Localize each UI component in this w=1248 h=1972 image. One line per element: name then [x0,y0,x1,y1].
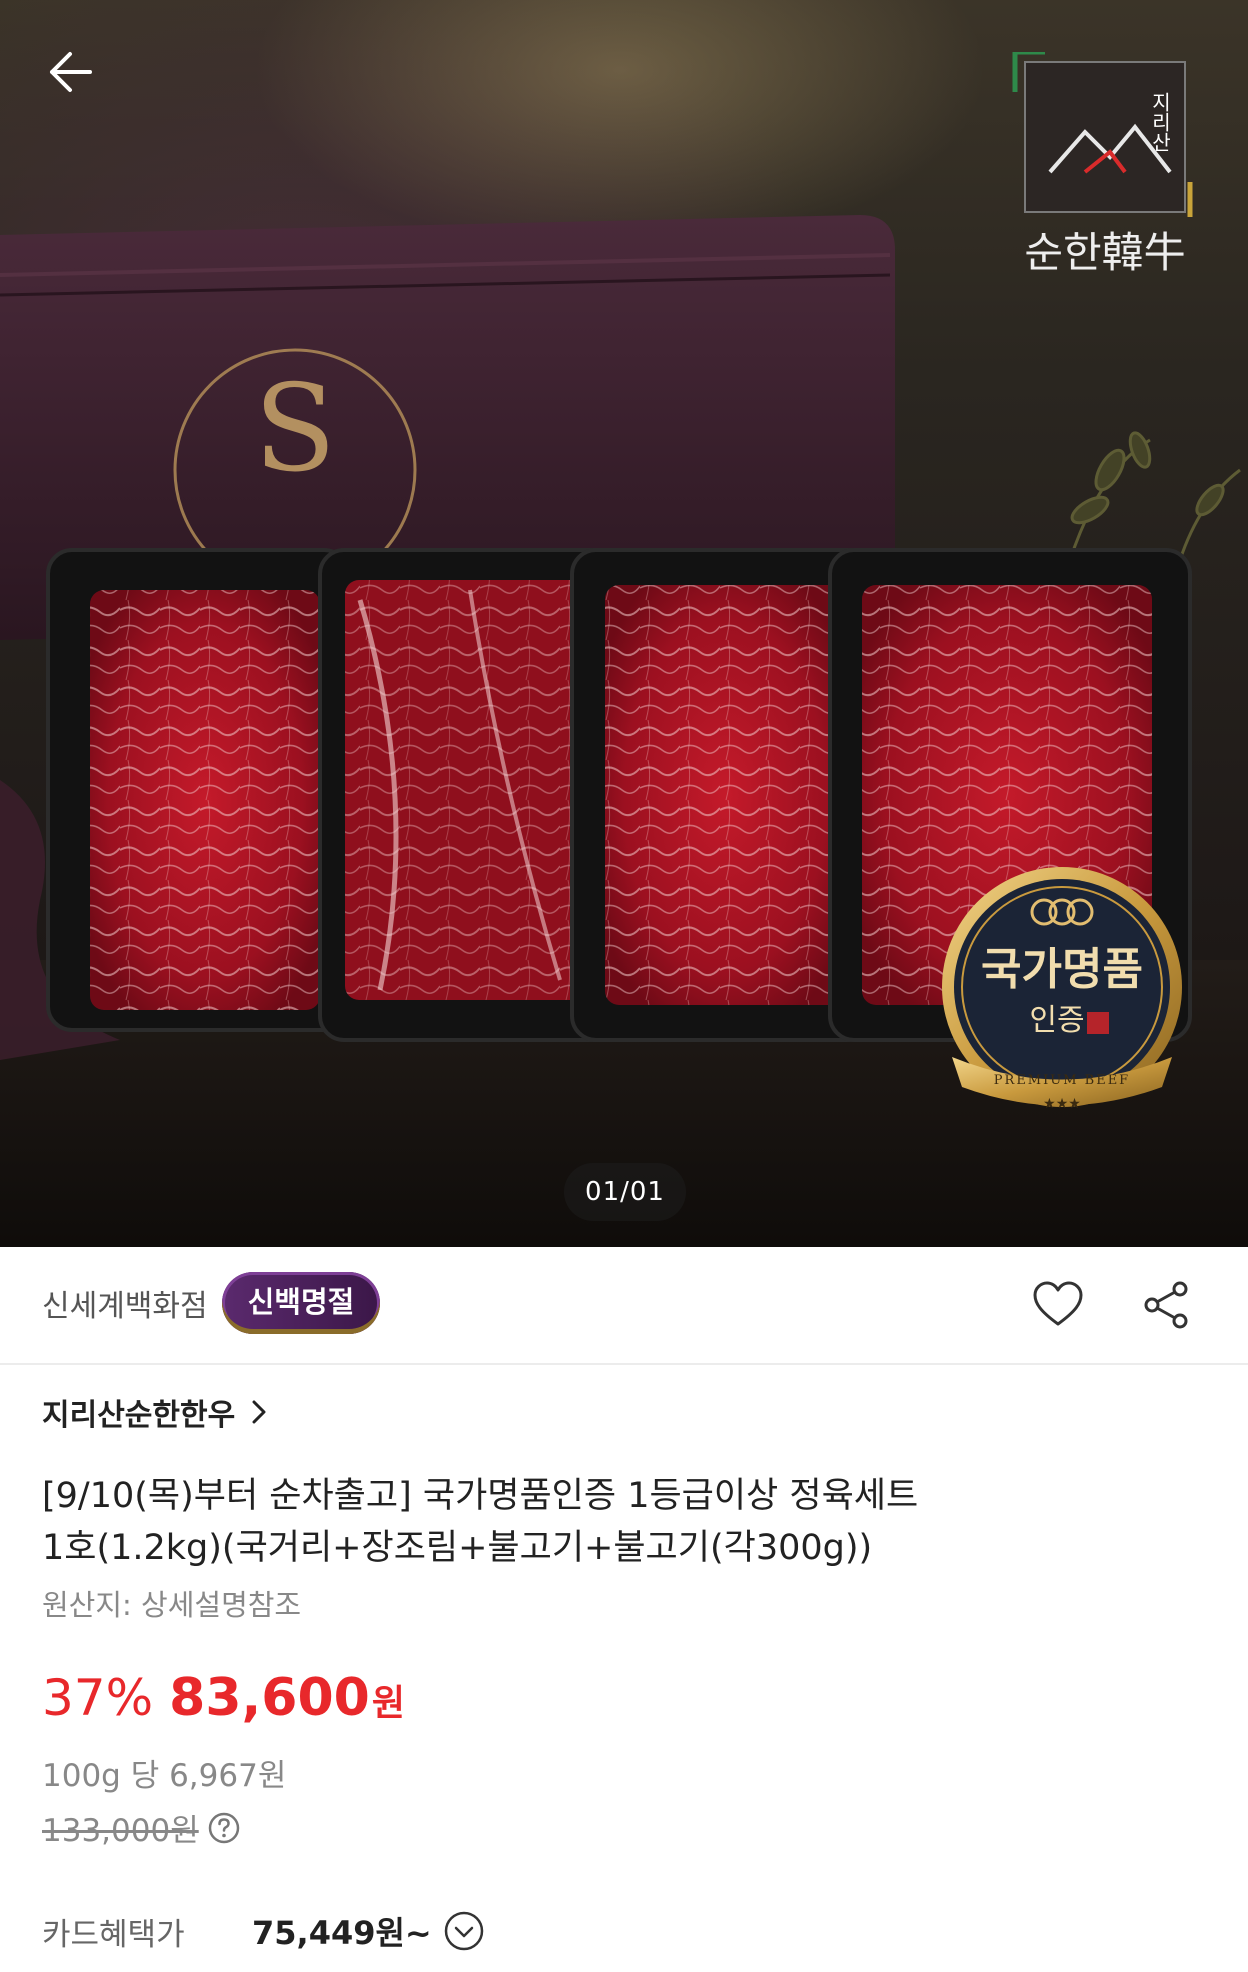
badge-subtitle: 인증 [1029,1003,1084,1038]
card-benefit-price: 75,449원~ [252,1914,432,1952]
card-benefit-row: 카드혜택가 75,449원~ [42,1908,486,1954]
badge-title: 국가명품 [981,944,1143,995]
chevron-right-icon [252,1400,266,1424]
original-price-row: 133,000원 [42,1805,241,1850]
badge-stars: ★★★ [1043,1096,1081,1112]
share-icon[interactable] [1138,1277,1194,1333]
question-circle-icon[interactable] [207,1811,241,1845]
page-indicator: 01/01 [564,1163,686,1221]
original-price: 133,000원 [42,1813,199,1849]
heart-icon[interactable] [1030,1277,1086,1333]
product-origin: 원산지: 상세설명참조 [42,1588,302,1622]
product-title-line2: 1호(1.2kg)(국거리+장조림+불고기+불고기(각300g)) [42,1528,873,1568]
store-row: 신세계백화점 신백명절 [0,1247,1248,1365]
seller-link[interactable]: 지리산순한한우 [42,1390,273,1434]
brand-logo: 지리산 순한韓牛 [1012,52,1193,277]
card-benefit-label: 카드혜택가 [42,1916,185,1953]
back-arrow-icon[interactable] [40,42,110,102]
discount-rate: 37% [42,1669,154,1727]
price-row: 37% 83,600 원 [42,1668,405,1728]
svg-text:S: S [254,360,336,499]
sale-price: 83,600 [169,1668,370,1728]
chevron-down-circle-icon[interactable] [442,1909,486,1953]
premium-certification-badge: 국가명품 인증 PREMIUM BEEF ★★★ [942,867,1182,1112]
logo-top-text: 지리산 [1148,92,1172,152]
unit-price: 100g 당 6,967원 [42,1758,287,1794]
product-image-carousel[interactable]: S 지리산 순한韓牛 국가명품 인증 PREMIUM BEEF ★★★ 01/0… [0,0,1248,1247]
store-event-badge: 신백명절 [222,1272,380,1334]
price-unit: 원 [371,1683,405,1724]
logo-main-text: 순한韓牛 [1024,228,1185,277]
product-title: [9/10(목)부터 순차출고] 국가명품인증 1등급이상 정육세트 1호(1.… [42,1470,1082,1574]
badge-ribbon: PREMIUM BEEF [994,1073,1130,1088]
product-title-line1: [9/10(목)부터 순차출고] 국가명품인증 1등급이상 정육세트 [42,1476,919,1516]
seller-name: 지리산순한한우 [42,1398,236,1433]
store-name[interactable]: 신세계백화점 [42,1281,208,1325]
